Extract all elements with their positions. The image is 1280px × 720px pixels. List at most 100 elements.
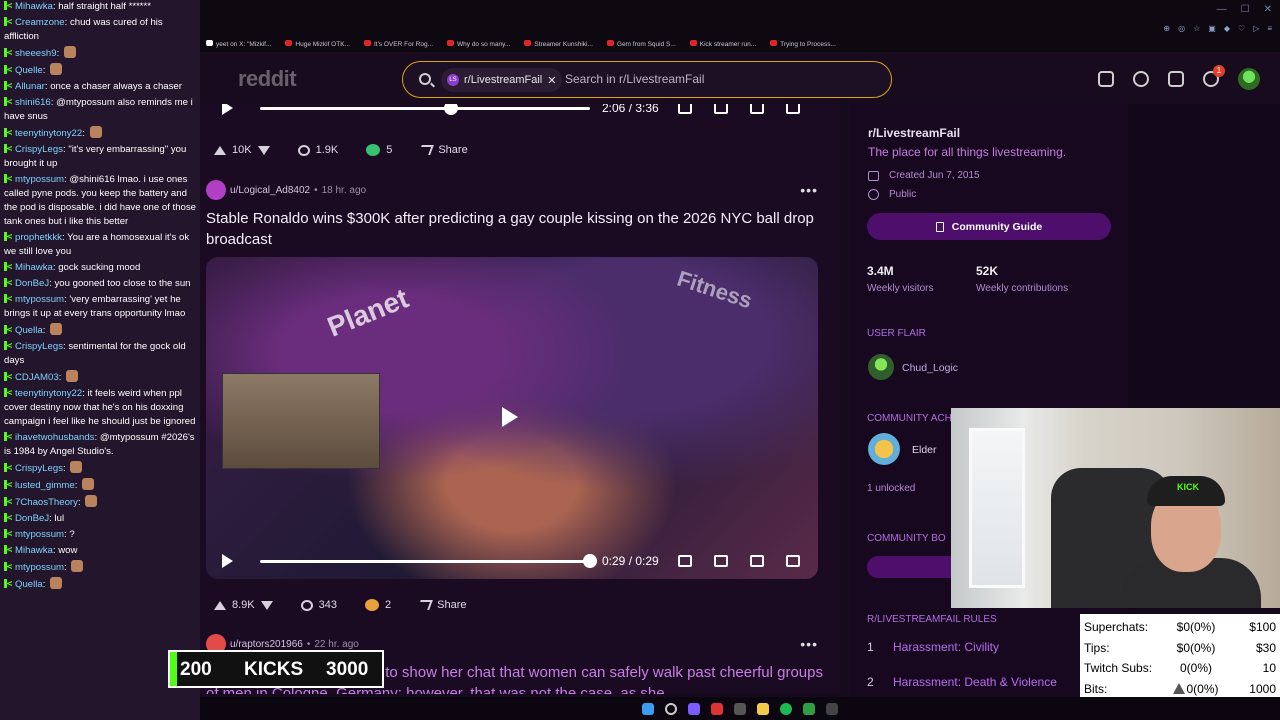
chat-icon[interactable] xyxy=(1133,71,1149,87)
chat-username[interactable]: CrispyLegs xyxy=(15,144,63,155)
share-button[interactable]: Share xyxy=(414,140,473,160)
subreddit-chip[interactable]: LS r/LivestreamFail ✕ xyxy=(441,68,563,92)
chat-username[interactable]: DonBeJ xyxy=(15,513,49,524)
volume-icon[interactable] xyxy=(786,555,800,567)
heart-icon[interactable]: ♡ xyxy=(1238,24,1245,33)
user-avatar[interactable] xyxy=(1238,68,1260,90)
chat-username[interactable]: mtypossum xyxy=(15,562,64,573)
minimize-icon[interactable]: — xyxy=(1217,4,1227,15)
achievement-badge-icon[interactable] xyxy=(868,433,900,465)
translate-icon[interactable]: ◎ xyxy=(1178,24,1185,33)
captions-icon[interactable] xyxy=(678,104,692,114)
play-icon[interactable] xyxy=(222,104,233,115)
chat-username[interactable]: sheeesh9 xyxy=(15,48,57,59)
chat-username[interactable]: mtypossum xyxy=(15,174,64,185)
browser-tab[interactable]: Trying to Process... xyxy=(770,40,836,48)
create-post-icon[interactable] xyxy=(1168,71,1184,87)
play-icon[interactable] xyxy=(222,554,233,568)
play-icon[interactable]: ▷ xyxy=(1253,24,1259,33)
chat-username[interactable]: Mihawka xyxy=(15,545,53,556)
chat-username[interactable]: mtypossum xyxy=(15,294,64,305)
video-play-overlay-icon[interactable] xyxy=(502,407,518,427)
video-seekbar[interactable] xyxy=(260,553,597,568)
chat-username[interactable]: Quella xyxy=(15,325,43,336)
chat-username[interactable]: Mihawka xyxy=(15,1,53,12)
chat-username[interactable]: teenytinytony22 xyxy=(15,128,82,139)
share-button[interactable]: Share xyxy=(413,595,472,615)
notification-bell-icon[interactable]: 1 xyxy=(1203,65,1225,87)
chat-username[interactable]: ihavetwohusbands xyxy=(15,432,94,443)
post-options-icon[interactable]: ••• xyxy=(800,636,818,652)
chip-close-icon[interactable]: ✕ xyxy=(547,74,556,87)
post-author[interactable]: u/raptors201966 xyxy=(230,639,303,650)
xbox-icon[interactable] xyxy=(803,702,815,715)
search-input[interactable] xyxy=(565,72,865,86)
zoom-icon[interactable]: ⊕ xyxy=(1163,24,1170,33)
browser-tab[interactable]: Huge Mizkif OTK... xyxy=(285,40,350,48)
chat-username[interactable]: 7ChaosTheory xyxy=(15,497,78,508)
rule-item[interactable]: 1 Harassment: Civility xyxy=(867,640,999,654)
community-guide-button[interactable]: Community Guide xyxy=(867,213,1111,240)
taskbar-app-icon[interactable] xyxy=(711,702,723,715)
chat-username[interactable]: Quelle xyxy=(15,65,43,76)
community-name[interactable]: r/LivestreamFail xyxy=(868,126,960,140)
top-video-seek-knob[interactable] xyxy=(444,104,459,115)
settings-gear-icon[interactable] xyxy=(714,555,728,567)
author-avatar[interactable] xyxy=(206,180,226,200)
captions-icon[interactable] xyxy=(678,555,692,567)
browser-tab[interactable]: yeet on X: "Mizkif... xyxy=(206,40,271,48)
achievements-unlocked[interactable]: 1 unlocked xyxy=(867,483,915,494)
post-title[interactable]: Stable Ronaldo wins $300K after predicti… xyxy=(206,208,826,250)
browser-tab[interactable]: It's OVER For Rog... xyxy=(363,40,433,48)
chat-username[interactable]: Quella xyxy=(15,579,43,590)
advertise-icon[interactable] xyxy=(1098,71,1114,87)
reddit-logo[interactable]: reddit xyxy=(238,66,297,92)
award-button[interactable]: 5 xyxy=(360,140,398,160)
volume-icon[interactable] xyxy=(786,104,800,114)
browser-tab[interactable]: Kick streamer run... xyxy=(689,40,756,48)
close-icon[interactable]: ✕ xyxy=(1264,4,1272,15)
shield-icon[interactable]: ◆ xyxy=(1224,24,1230,33)
extension-icon[interactable]: ▣ xyxy=(1208,24,1216,33)
fullscreen-icon[interactable] xyxy=(750,555,764,567)
comments-button[interactable]: 1.9K xyxy=(292,140,345,160)
browser-tab[interactable]: Streamer Kunshiki... xyxy=(524,40,593,48)
taskbar-app-icon[interactable] xyxy=(734,702,746,715)
browser-tab[interactable]: Gem from Squid S... xyxy=(606,40,676,48)
chat-username[interactable]: Creamzone xyxy=(15,17,65,28)
file-explorer-icon[interactable] xyxy=(757,702,769,715)
menu-icon[interactable]: ≡ xyxy=(1267,24,1272,33)
chat-username[interactable]: Mihawka xyxy=(15,262,53,273)
video-seek-knob[interactable] xyxy=(583,553,597,568)
browser-tab[interactable]: Why do so many... xyxy=(447,40,510,48)
post-author[interactable]: u/Logical_Ad8402 xyxy=(230,185,310,196)
chat-username[interactable]: prophetkkk xyxy=(15,232,62,243)
chat-username[interactable]: CrispyLegs xyxy=(15,341,63,352)
spotify-icon[interactable] xyxy=(780,702,792,715)
fullscreen-icon[interactable] xyxy=(750,104,764,114)
chat-username[interactable]: shini616 xyxy=(15,97,51,108)
flair-name[interactable]: Chud_Logic xyxy=(902,362,958,374)
downvote-icon[interactable] xyxy=(260,600,273,610)
top-video-seekbar[interactable] xyxy=(260,104,590,115)
downvote-icon[interactable] xyxy=(257,145,270,155)
upvote-icon[interactable] xyxy=(214,600,226,610)
chat-username[interactable]: teenytinytony22 xyxy=(15,388,82,399)
post-options-icon[interactable]: ••• xyxy=(800,182,818,198)
start-menu-icon[interactable] xyxy=(642,702,654,715)
chat-username[interactable]: lusted_gimme xyxy=(15,480,75,491)
rule-item[interactable]: 2 Harassment: Death & Violence xyxy=(867,675,1057,689)
bookmark-star-icon[interactable]: ☆ xyxy=(1193,24,1200,33)
award-button[interactable]: 2 xyxy=(359,595,397,615)
chat-username[interactable]: DonBeJ xyxy=(15,278,49,289)
search-bar[interactable]: LS r/LivestreamFail ✕ xyxy=(402,61,892,98)
taskbar-app-icon[interactable] xyxy=(688,702,700,715)
taskbar-app-icon[interactable] xyxy=(826,702,838,715)
chat-username[interactable]: CrispyLegs xyxy=(15,463,63,474)
settings-gear-icon[interactable] xyxy=(714,104,728,114)
comments-button[interactable]: 343 xyxy=(295,595,343,615)
chat-username[interactable]: CDJAM03 xyxy=(15,372,59,383)
taskbar-search-icon[interactable] xyxy=(665,702,677,715)
chat-username[interactable]: Allunar xyxy=(15,81,45,92)
upvote-icon[interactable] xyxy=(214,145,226,155)
